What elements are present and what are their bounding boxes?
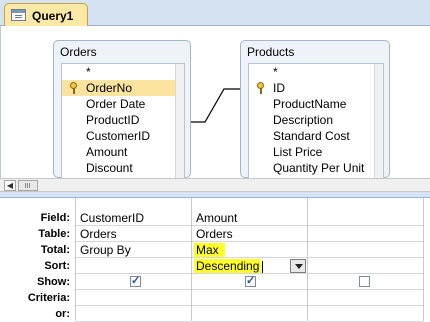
total-cell[interactable] [308,242,423,258]
criteria-cell[interactable] [192,290,307,306]
products-table-box[interactable]: Products * ID ProductName Description St… [240,40,390,179]
field-row[interactable]: Discount [62,160,184,176]
criteria-cell[interactable] [76,290,191,306]
sort-cell[interactable] [308,258,423,274]
primary-key-icon [70,82,77,94]
grid-column-4[interactable] [423,198,430,321]
total-value: Max [194,243,225,257]
show-checkbox[interactable] [130,274,141,287]
field-cell[interactable]: CustomerID [76,210,191,226]
field-cell[interactable]: Amount [192,210,307,226]
row-label-show: Show: [37,276,70,288]
sort-cell[interactable] [76,258,191,274]
orders-table-box[interactable]: Orders * OrderNo Order Date ProductID Cu… [53,40,191,179]
field-row[interactable]: ProductName [249,96,383,112]
or-cell[interactable] [76,306,191,322]
row-label-total: Total: [40,244,70,256]
tab-label: Query1 [32,9,74,23]
total-cell[interactable]: Group By [76,242,191,258]
design-grid: Field: Table: Total: Sort: Show: Criteri… [0,198,430,322]
text-caret [262,260,264,273]
document-tab-strip: Query1 [0,0,430,27]
field-row[interactable]: OrderNo [62,80,184,96]
criteria-cell[interactable] [308,290,423,306]
grid-column-2[interactable]: Amount Orders Max Descending [191,198,307,322]
table-cell[interactable] [308,226,423,242]
field-row[interactable]: Order Date [62,96,184,112]
field-row[interactable]: Description [249,112,383,128]
row-labels: Field: Table: Total: Sort: Show: Criteri… [0,198,75,321]
field-row[interactable]: CustomerID [62,128,184,144]
products-scrollbar[interactable] [374,64,383,178]
field-row[interactable]: List Price [249,144,383,160]
table-pane[interactable]: Orders * OrderNo Order Date ProductID Cu… [0,26,430,179]
field-label: ID [273,81,285,95]
or-cell[interactable] [192,306,307,322]
row-label-table: Table: [38,228,70,240]
tab-query1[interactable]: Query1 [4,3,88,27]
sort-dropdown-button[interactable] [290,259,306,273]
field-row[interactable]: * [249,64,383,80]
grid-column-1[interactable]: CustomerID Orders Group By [75,198,191,322]
table-pane-scrollbar[interactable]: ◀ [0,178,430,192]
table-cell[interactable]: Orders [192,226,307,242]
field-row[interactable]: Amount [62,144,184,160]
products-field-list[interactable]: * ID ProductName Description Standard Co… [248,63,384,179]
products-table-title: Products [247,45,295,59]
orders-table-title: Orders [60,45,97,59]
scroll-thumb[interactable] [18,180,38,191]
field-cell[interactable] [308,210,423,226]
show-checkbox[interactable] [245,274,256,287]
row-label-sort: Sort: [44,260,70,272]
grid-column-3[interactable] [307,198,423,322]
or-cell[interactable] [308,306,423,322]
field-row[interactable]: * [62,64,184,80]
field-row[interactable]: ProductID [62,112,184,128]
field-row[interactable]: Standard Cost [249,128,383,144]
orders-scrollbar[interactable] [175,64,184,178]
field-row[interactable]: Quantity Per Unit [249,160,383,176]
primary-key-icon [257,82,264,94]
row-label-or: or: [55,308,70,320]
total-cell[interactable]: Max [192,242,307,258]
field-row[interactable]: ID [249,80,383,96]
row-label-field: Field: [40,212,70,224]
table-cell[interactable]: Orders [76,226,191,242]
scroll-left-icon[interactable]: ◀ [4,180,16,191]
sort-value: Descending [194,259,262,273]
show-checkbox[interactable] [359,276,370,287]
field-label: OrderNo [86,81,133,95]
orders-field-list[interactable]: * OrderNo Order Date ProductID CustomerI… [61,63,185,179]
query-icon [11,9,26,21]
row-label-criteria: Criteria: [27,292,70,304]
